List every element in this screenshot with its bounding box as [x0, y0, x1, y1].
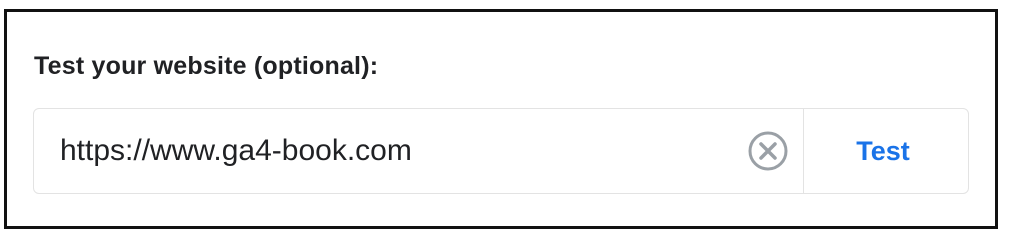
section-heading: Test your website (optional): — [34, 52, 379, 80]
website-url-input[interactable] — [34, 109, 733, 193]
test-website-panel: Test your website (optional): Test — [4, 9, 998, 229]
clear-input-button[interactable] — [733, 109, 803, 193]
clear-circle-x-icon — [747, 130, 789, 172]
website-test-row: Test — [33, 108, 969, 194]
test-button[interactable]: Test — [804, 109, 968, 193]
